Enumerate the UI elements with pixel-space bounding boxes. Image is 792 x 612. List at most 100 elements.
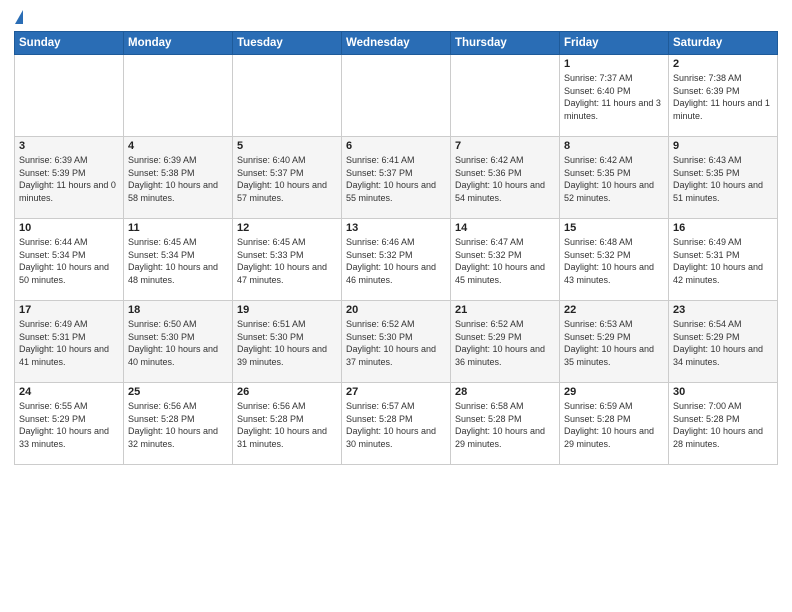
calendar-cell: 10 Sunrise: 6:44 AM Sunset: 5:34 PM Dayli… xyxy=(15,219,124,301)
day-info: Sunrise: 6:53 AM Sunset: 5:29 PM Dayligh… xyxy=(564,318,664,368)
calendar-cell: 4 Sunrise: 6:39 AM Sunset: 5:38 PM Daylig… xyxy=(124,137,233,219)
day-info: Sunrise: 6:46 AM Sunset: 5:32 PM Dayligh… xyxy=(346,236,446,286)
day-info: Sunrise: 6:39 AM Sunset: 5:39 PM Dayligh… xyxy=(19,154,119,204)
calendar-cell: 11 Sunrise: 6:45 AM Sunset: 5:34 PM Dayli… xyxy=(124,219,233,301)
day-number: 18 xyxy=(128,304,228,316)
day-info: Sunrise: 6:59 AM Sunset: 5:28 PM Dayligh… xyxy=(564,400,664,450)
day-info: Sunrise: 6:57 AM Sunset: 5:28 PM Dayligh… xyxy=(346,400,446,450)
calendar-cell: 24 Sunrise: 6:55 AM Sunset: 5:29 PM Dayli… xyxy=(15,383,124,465)
calendar-cell: 13 Sunrise: 6:46 AM Sunset: 5:32 PM Dayli… xyxy=(342,219,451,301)
day-info: Sunrise: 6:41 AM Sunset: 5:37 PM Dayligh… xyxy=(346,154,446,204)
weekday-row: SundayMondayTuesdayWednesdayThursdayFrid… xyxy=(15,32,778,55)
week-row-3: 10 Sunrise: 6:44 AM Sunset: 5:34 PM Dayli… xyxy=(15,219,778,301)
weekday-header-friday: Friday xyxy=(560,32,669,55)
day-info: Sunrise: 6:55 AM Sunset: 5:29 PM Dayligh… xyxy=(19,400,119,450)
weekday-header-sunday: Sunday xyxy=(15,32,124,55)
week-row-5: 24 Sunrise: 6:55 AM Sunset: 5:29 PM Dayli… xyxy=(15,383,778,465)
day-info: Sunrise: 6:45 AM Sunset: 5:34 PM Dayligh… xyxy=(128,236,228,286)
day-number: 16 xyxy=(673,222,773,234)
day-info: Sunrise: 6:48 AM Sunset: 5:32 PM Dayligh… xyxy=(564,236,664,286)
calendar-cell: 1 Sunrise: 7:37 AM Sunset: 6:40 PM Daylig… xyxy=(560,55,669,137)
day-number: 26 xyxy=(237,386,337,398)
calendar-cell xyxy=(451,55,560,137)
day-number: 13 xyxy=(346,222,446,234)
day-number: 22 xyxy=(564,304,664,316)
calendar-cell: 9 Sunrise: 6:43 AM Sunset: 5:35 PM Daylig… xyxy=(669,137,778,219)
day-info: Sunrise: 6:52 AM Sunset: 5:29 PM Dayligh… xyxy=(455,318,555,368)
day-info: Sunrise: 7:38 AM Sunset: 6:39 PM Dayligh… xyxy=(673,72,773,122)
calendar-cell: 6 Sunrise: 6:41 AM Sunset: 5:37 PM Daylig… xyxy=(342,137,451,219)
calendar-cell: 12 Sunrise: 6:45 AM Sunset: 5:33 PM Dayli… xyxy=(233,219,342,301)
weekday-header-monday: Monday xyxy=(124,32,233,55)
week-row-2: 3 Sunrise: 6:39 AM Sunset: 5:39 PM Daylig… xyxy=(15,137,778,219)
day-info: Sunrise: 6:49 AM Sunset: 5:31 PM Dayligh… xyxy=(673,236,773,286)
day-info: Sunrise: 6:49 AM Sunset: 5:31 PM Dayligh… xyxy=(19,318,119,368)
day-info: Sunrise: 6:50 AM Sunset: 5:30 PM Dayligh… xyxy=(128,318,228,368)
day-info: Sunrise: 6:47 AM Sunset: 5:32 PM Dayligh… xyxy=(455,236,555,286)
day-info: Sunrise: 6:40 AM Sunset: 5:37 PM Dayligh… xyxy=(237,154,337,204)
day-info: Sunrise: 7:37 AM Sunset: 6:40 PM Dayligh… xyxy=(564,72,664,122)
day-info: Sunrise: 6:42 AM Sunset: 5:36 PM Dayligh… xyxy=(455,154,555,204)
day-info: Sunrise: 6:45 AM Sunset: 5:33 PM Dayligh… xyxy=(237,236,337,286)
calendar-cell: 23Sunrise: 6:54 AM Sunset: 5:29 PM Dayli… xyxy=(669,301,778,383)
day-number: 8 xyxy=(564,140,664,152)
day-number: 1 xyxy=(564,58,664,70)
day-number: 24 xyxy=(19,386,119,398)
day-info: Sunrise: 6:42 AM Sunset: 5:35 PM Dayligh… xyxy=(564,154,664,204)
calendar-cell: 8 Sunrise: 6:42 AM Sunset: 5:35 PM Daylig… xyxy=(560,137,669,219)
day-number: 27 xyxy=(346,386,446,398)
calendar-cell: 29Sunrise: 6:59 AM Sunset: 5:28 PM Dayli… xyxy=(560,383,669,465)
logo-triangle-icon xyxy=(15,10,23,24)
calendar-cell: 7 Sunrise: 6:42 AM Sunset: 5:36 PM Daylig… xyxy=(451,137,560,219)
day-info: Sunrise: 6:58 AM Sunset: 5:28 PM Dayligh… xyxy=(455,400,555,450)
day-number: 28 xyxy=(455,386,555,398)
calendar-cell xyxy=(342,55,451,137)
calendar-cell: 19Sunrise: 6:51 AM Sunset: 5:30 PM Dayli… xyxy=(233,301,342,383)
day-number: 3 xyxy=(19,140,119,152)
day-number: 25 xyxy=(128,386,228,398)
day-number: 15 xyxy=(564,222,664,234)
day-number: 12 xyxy=(237,222,337,234)
day-info: Sunrise: 7:00 AM Sunset: 5:28 PM Dayligh… xyxy=(673,400,773,450)
week-row-1: 1 Sunrise: 7:37 AM Sunset: 6:40 PM Daylig… xyxy=(15,55,778,137)
day-info: Sunrise: 6:39 AM Sunset: 5:38 PM Dayligh… xyxy=(128,154,228,204)
day-number: 2 xyxy=(673,58,773,70)
day-number: 17 xyxy=(19,304,119,316)
calendar-cell xyxy=(15,55,124,137)
day-number: 11 xyxy=(128,222,228,234)
logo xyxy=(14,10,23,25)
calendar-cell: 20Sunrise: 6:52 AM Sunset: 5:30 PM Dayli… xyxy=(342,301,451,383)
calendar-cell: 3 Sunrise: 6:39 AM Sunset: 5:39 PM Daylig… xyxy=(15,137,124,219)
weekday-header-thursday: Thursday xyxy=(451,32,560,55)
calendar-cell: 16 Sunrise: 6:49 AM Sunset: 5:31 PM Dayli… xyxy=(669,219,778,301)
weekday-header-wednesday: Wednesday xyxy=(342,32,451,55)
day-info: Sunrise: 6:52 AM Sunset: 5:30 PM Dayligh… xyxy=(346,318,446,368)
calendar-cell: 27 Sunrise: 6:57 AM Sunset: 5:28 PM Dayli… xyxy=(342,383,451,465)
calendar-cell: 5Sunrise: 6:40 AM Sunset: 5:37 PM Daylig… xyxy=(233,137,342,219)
calendar-cell: 17 Sunrise: 6:49 AM Sunset: 5:31 PM Dayli… xyxy=(15,301,124,383)
calendar-cell: 2 Sunrise: 7:38 AM Sunset: 6:39 PM Daylig… xyxy=(669,55,778,137)
calendar-cell xyxy=(233,55,342,137)
calendar-cell: 30Sunrise: 7:00 AM Sunset: 5:28 PM Dayli… xyxy=(669,383,778,465)
day-info: Sunrise: 6:44 AM Sunset: 5:34 PM Dayligh… xyxy=(19,236,119,286)
day-number: 4 xyxy=(128,140,228,152)
calendar-body: 1 Sunrise: 7:37 AM Sunset: 6:40 PM Daylig… xyxy=(15,55,778,465)
header xyxy=(14,10,778,25)
calendar-cell: 21 Sunrise: 6:52 AM Sunset: 5:29 PM Dayli… xyxy=(451,301,560,383)
day-number: 14 xyxy=(455,222,555,234)
day-number: 7 xyxy=(455,140,555,152)
calendar-header: SundayMondayTuesdayWednesdayThursdayFrid… xyxy=(15,32,778,55)
calendar-cell: 25Sunrise: 6:56 AM Sunset: 5:28 PM Dayli… xyxy=(124,383,233,465)
day-info: Sunrise: 6:51 AM Sunset: 5:30 PM Dayligh… xyxy=(237,318,337,368)
calendar-cell: 15 Sunrise: 6:48 AM Sunset: 5:32 PM Dayli… xyxy=(560,219,669,301)
day-info: Sunrise: 6:43 AM Sunset: 5:35 PM Dayligh… xyxy=(673,154,773,204)
day-number: 21 xyxy=(455,304,555,316)
calendar-cell: 28 Sunrise: 6:58 AM Sunset: 5:28 PM Dayli… xyxy=(451,383,560,465)
day-number: 10 xyxy=(19,222,119,234)
day-number: 9 xyxy=(673,140,773,152)
day-number: 23 xyxy=(673,304,773,316)
day-number: 6 xyxy=(346,140,446,152)
calendar-table: SundayMondayTuesdayWednesdayThursdayFrid… xyxy=(14,31,778,465)
weekday-header-tuesday: Tuesday xyxy=(233,32,342,55)
day-info: Sunrise: 6:56 AM Sunset: 5:28 PM Dayligh… xyxy=(237,400,337,450)
